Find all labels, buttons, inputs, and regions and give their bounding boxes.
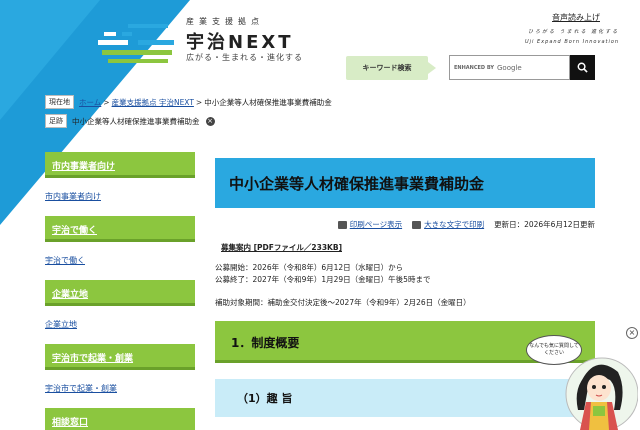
print-page-label: 印刷ページ表示 [349,220,403,229]
uji-next-logo[interactable] [98,20,178,66]
sidebar-button-work-in-uji[interactable]: 宇治で働く [45,216,195,242]
breadcrumb-home[interactable]: ホーム [79,97,101,108]
recruitment-pdf-link[interactable]: 募集案内 [PDFファイル／233KB] [221,242,342,253]
footprint-label: 足跡 [45,114,67,128]
search-enhanced-label: ENHANCED BY [454,64,494,71]
read-aloud-link[interactable]: 音声読み上げ [552,12,600,23]
search-input[interactable]: ENHANCED BY Google [449,55,570,80]
sidebar-link-business-location[interactable]: 企業立地 [45,319,77,330]
large-print-label: 大きな文字で印刷 [424,220,485,229]
sidebar-link-startup[interactable]: 宇治市で起業・創業 [45,383,117,394]
assistant-character[interactable] [560,348,638,430]
page-title: 中小企業等人材確保推進事業費補助金 [215,158,595,208]
breadcrumb: 現在地 ホーム > 産業支援拠点 宇治NEXT > 中小企業等人材確保推進事業費… [45,94,332,110]
sidebar-button-local-business[interactable]: 市内事業者向け [45,152,195,178]
handwritten-tagline-en: Uji Expand Born Innovation [525,39,620,45]
period-text: 補助対象期間：補助金交付決定後～2027年（令和9年）2月26日（金曜日） [215,298,471,307]
print-page-button[interactable]: 印刷ページ表示 [337,219,403,230]
open-start-text: 公募開始：2026年（令和8年）6月12日（水曜日）から [215,263,404,272]
remove-footprint-icon[interactable]: × [205,116,215,126]
page-tools: 印刷ページ表示 大きな文字で印刷 更新日：2026年6月12日更新 [215,219,595,230]
footprint-row: 足跡 中小企業等人材確保推進事業費補助金 × [45,113,215,129]
search-button[interactable] [570,55,595,80]
large-print-button[interactable]: 大きな文字で印刷 [412,219,484,230]
brand-subtitle: 産業支援拠点 [186,17,264,26]
sidebar-button-business-location[interactable]: 企業立地 [45,280,195,306]
close-assistant-icon[interactable]: × [626,327,638,339]
breadcrumb-label: 現在地 [45,95,74,109]
brand-tagline: 広がる・生まれる・進化する [186,53,303,62]
printer-icon [337,220,347,229]
sidebar-link-work-in-uji[interactable]: 宇治で働く [45,255,85,266]
keyword-arrow-icon [428,62,436,74]
search-google-label: Google [496,63,522,72]
breadcrumb-current: 中小企業等人材確保推進事業費補助金 [204,97,332,107]
search-icon [577,62,588,73]
brand-title[interactable]: 宇治NEXT [186,28,294,54]
handwritten-tagline-jp: ひろがる うまれる 進化する [528,29,620,35]
breadcrumb-separator: > [103,97,110,107]
printer-icon [412,220,422,229]
breadcrumb-separator: > [195,97,203,107]
sidebar-button-consultation[interactable]: 相談窓口 [45,408,195,430]
keyword-search-label: キーワード検索 [346,56,428,80]
updated-date: 更新日：2026年6月12日更新 [494,220,595,229]
sidebar-button-startup[interactable]: 宇治市で起業・創業 [45,344,195,370]
open-end-text: 公募終了：2027年（令和9年）1月29日（金曜日）午後5時まで [215,275,431,284]
breadcrumb-uji-next[interactable]: 産業支援拠点 宇治NEXT [112,97,194,108]
subsection-heading: （1）趣 旨 [215,379,595,417]
sidebar-link-local-business[interactable]: 市内事業者向け [45,191,101,202]
footprint-item[interactable]: 中小企業等人材確保推進事業費補助金 [72,116,200,127]
